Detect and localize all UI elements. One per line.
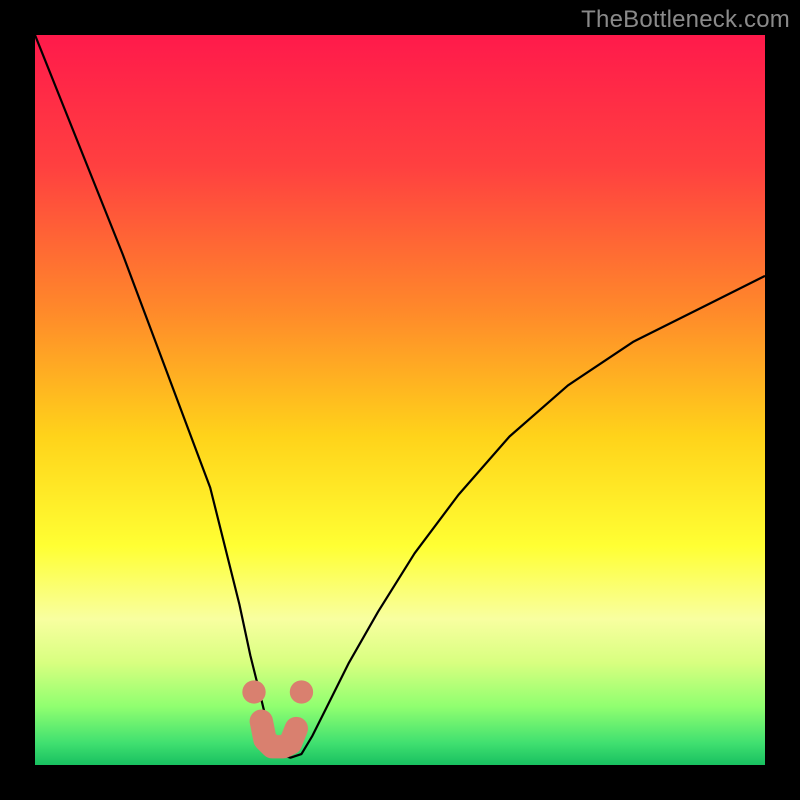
gradient-background xyxy=(35,35,765,765)
highlight-dot-0 xyxy=(242,680,265,703)
chart-canvas xyxy=(35,35,765,765)
watermark-text: TheBottleneck.com xyxy=(581,6,790,34)
plot-area xyxy=(35,35,765,765)
chart-frame: TheBottleneck.com xyxy=(0,0,800,800)
highlight-dot-1 xyxy=(290,680,313,703)
